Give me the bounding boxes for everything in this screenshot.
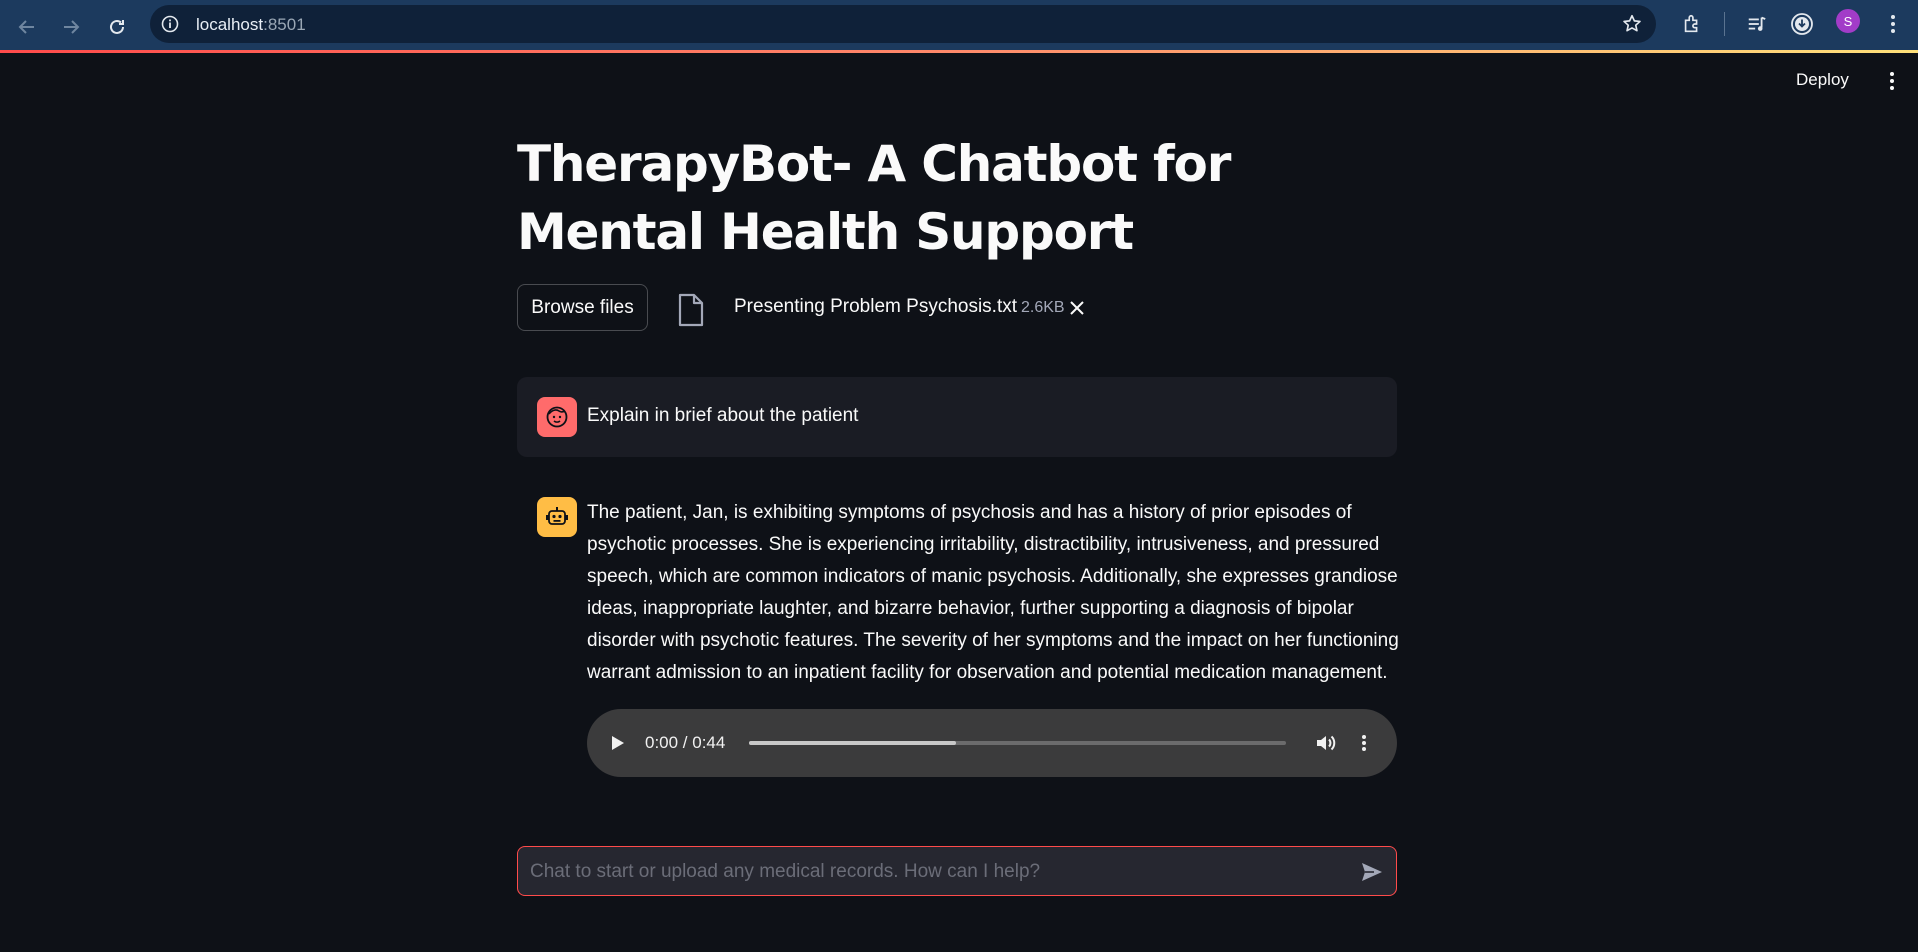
site-info-icon[interactable] [160,14,180,34]
chat-input[interactable] [528,847,1332,897]
audio-player[interactable]: 0:00 / 0:44 [587,709,1397,777]
deploy-button[interactable]: Deploy [1796,70,1849,90]
bookmark-star-icon[interactable] [1620,12,1644,36]
audio-buffered-fill [749,741,956,745]
more-options-icon[interactable] [1357,731,1371,755]
profile-initial: S [1843,13,1853,29]
audio-seek-bar[interactable] [749,741,1286,745]
download-icon[interactable] [1787,9,1817,39]
forward-arrow-icon[interactable] [54,10,88,44]
media-controls-icon[interactable] [1742,9,1772,39]
toolbar-separator [1724,12,1725,36]
profile-avatar[interactable]: S [1836,9,1860,33]
audio-time: 0:00 / 0:44 [645,733,726,752]
send-icon[interactable] [1358,858,1386,886]
chat-input-box [517,846,1397,897]
back-arrow-icon[interactable] [10,10,44,44]
assistant-message-text: The patient, Jan, is exhibiting symptoms… [587,502,1399,683]
url-port: :8501 [263,15,306,34]
page-title: TherapyBot- A Chatbot for Mental Health … [517,135,1231,261]
url-text: localhost:8501 [196,15,306,35]
user-face-icon [537,397,577,437]
app-menu-icon[interactable] [1882,68,1902,94]
robot-icon [537,497,577,537]
close-icon[interactable] [1066,296,1088,320]
address-bar[interactable]: localhost:8501 [150,5,1656,43]
browser-toolbar: localhost:8501 S [0,0,1918,53]
user-message-text: Explain in brief about the patient [587,405,859,426]
uploaded-file-size: 2.6KB [1021,299,1065,316]
streamlit-top-decoration [0,50,1918,53]
uploaded-file-name: Presenting Problem Psychosis.txt [734,296,1018,317]
extensions-icon[interactable] [1677,9,1707,39]
play-icon[interactable] [607,731,629,755]
url-host: localhost [196,15,264,34]
browse-files-button[interactable]: Browse files [517,284,648,331]
file-icon [676,293,706,327]
browser-menu-icon[interactable] [1878,9,1908,39]
volume-icon[interactable] [1313,731,1339,755]
reload-icon[interactable] [100,10,134,44]
